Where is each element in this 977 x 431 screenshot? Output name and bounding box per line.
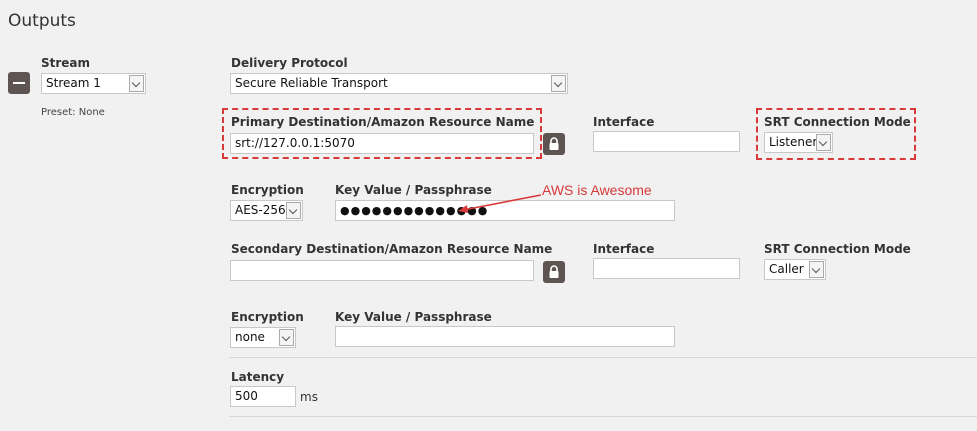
primary-interface-input[interactable] [593,131,740,152]
stream-label: Stream [41,56,91,70]
secondary-key-label: Key Value / Passphrase [335,310,492,324]
lock-icon [549,137,559,150]
delivery-protocol-value: Secure Reliable Transport [235,76,388,90]
primary-interface-label: Interface [593,115,655,129]
latency-label: Latency [231,370,285,384]
lock-icon [549,265,559,278]
primary-srt-mode-value: Listener [769,135,818,149]
secondary-interface-label: Interface [593,242,655,256]
secondary-srt-mode-select[interactable]: Caller [764,259,826,280]
chevron-down-icon [809,261,824,278]
chevron-down-icon [129,75,144,92]
preset-text: Preset: None [41,107,105,118]
secondary-encryption-label: Encryption [231,310,304,324]
secondary-destination-label: Secondary Destination/Amazon Resource Na… [231,242,553,256]
chevron-down-icon [279,329,294,346]
page-title: Outputs [8,11,76,31]
primary-encryption-value: AES-256 [235,203,286,217]
delivery-protocol-select[interactable]: Secure Reliable Transport [230,73,568,94]
primary-lock-button[interactable] [543,133,565,155]
divider [229,416,977,417]
primary-srt-mode-label: SRT Connection Mode [764,115,911,129]
primary-destination-label: Primary Destination/Amazon Resource Name [231,115,535,129]
secondary-srt-mode-value: Caller [769,262,804,276]
latency-unit: ms [300,390,318,404]
stream-select[interactable]: Stream 1 [41,73,146,94]
secondary-srt-mode-label: SRT Connection Mode [764,242,911,256]
latency-input[interactable]: 500 [230,386,296,407]
primary-srt-mode-select[interactable]: Listener [764,132,833,153]
chevron-down-icon [286,202,301,219]
primary-encryption-label: Encryption [231,183,304,197]
latency-value: 500 [235,389,258,403]
secondary-destination-input[interactable] [230,260,534,281]
divider [229,357,977,358]
stream-select-value: Stream 1 [46,76,101,90]
delivery-protocol-label: Delivery Protocol [231,56,348,70]
primary-encryption-select[interactable]: AES-256 [230,200,303,221]
chevron-down-icon [816,134,831,151]
secondary-encryption-select[interactable]: none [230,327,296,348]
secondary-interface-input[interactable] [593,258,740,279]
chevron-down-icon [551,75,566,92]
primary-destination-input[interactable]: srt://127.0.0.1:5070 [230,133,534,154]
annotation-arrow-icon [458,194,542,213]
primary-destination-value: srt://127.0.0.1:5070 [235,136,355,150]
secondary-encryption-value: none [235,330,265,344]
secondary-key-input[interactable] [335,326,675,347]
annotation-text: AWS is Awesome [542,182,652,198]
remove-output-button[interactable] [8,72,30,94]
secondary-lock-button[interactable] [543,261,565,283]
